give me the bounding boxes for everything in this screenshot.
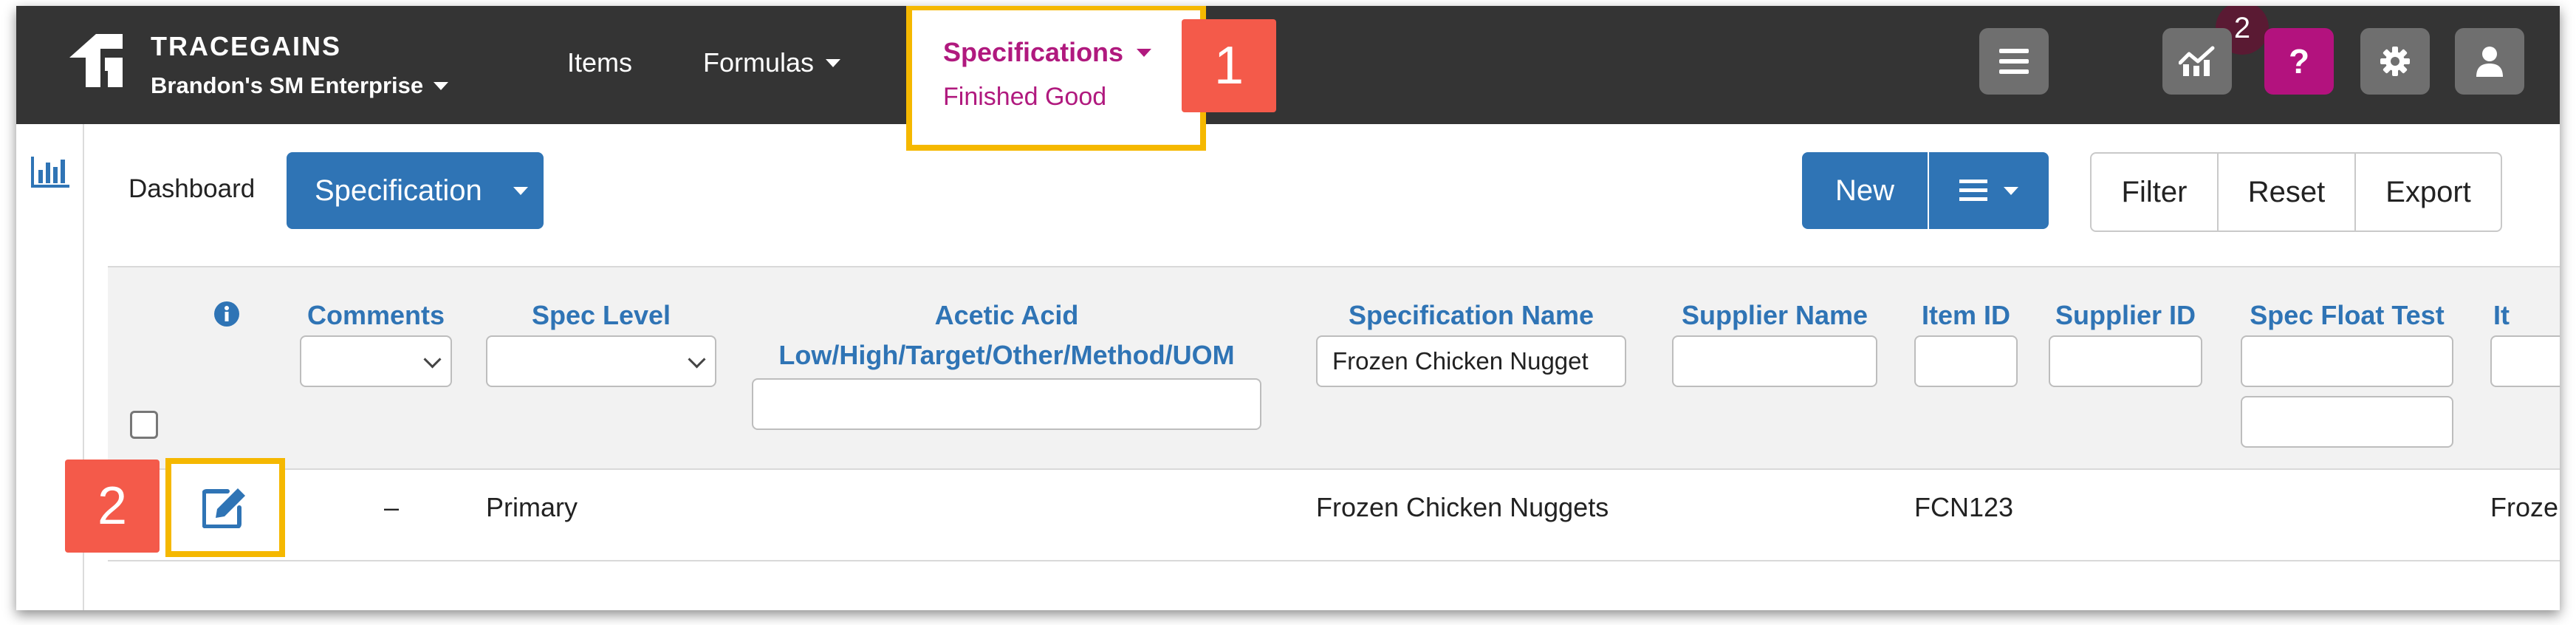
chevron-down-icon bbox=[434, 81, 449, 90]
settings-button[interactable] bbox=[2360, 28, 2430, 95]
chevron-down-icon bbox=[688, 350, 706, 369]
nav-specifications-label: Specifications bbox=[943, 37, 1124, 67]
filter-button-group: Filter Reset Export bbox=[2090, 152, 2502, 232]
grid-header: Comments Spec Level Acetic Acid Low/High… bbox=[108, 267, 2560, 470]
chart-icon bbox=[2179, 46, 2215, 76]
top-nav: TRACEGAINS Brandon's SM Enterprise Items… bbox=[16, 6, 2560, 124]
nav-formulas-label: Formulas bbox=[703, 47, 815, 78]
column-spec-float-test[interactable]: Spec Float Test bbox=[2241, 300, 2453, 331]
spec-level-filter-select[interactable] bbox=[486, 335, 716, 387]
gear-icon bbox=[2380, 47, 2410, 76]
column-comments[interactable]: Comments bbox=[300, 300, 452, 331]
menu-button[interactable] bbox=[1979, 28, 2049, 95]
column-specification-name[interactable]: Specification Name bbox=[1316, 300, 1626, 331]
app-window: TRACEGAINS Brandon's SM Enterprise Items… bbox=[16, 6, 2560, 610]
comments-filter-select[interactable] bbox=[300, 335, 452, 387]
callout-2: 2 bbox=[65, 460, 160, 553]
user-icon bbox=[2476, 47, 2503, 77]
nav-items[interactable]: Items bbox=[567, 47, 632, 78]
nav-items-label: Items bbox=[567, 47, 633, 78]
chevron-down-icon bbox=[1137, 48, 1152, 57]
filter-button[interactable]: Filter bbox=[2092, 154, 2219, 230]
edit-icon[interactable] bbox=[202, 487, 248, 528]
help-button[interactable]: ? bbox=[2264, 28, 2334, 95]
question-icon: ? bbox=[2288, 42, 2310, 81]
chevron-down-icon bbox=[826, 58, 841, 67]
column-item-id[interactable]: Item ID bbox=[1914, 300, 2018, 331]
column-spec-level[interactable]: Spec Level bbox=[486, 300, 716, 331]
list-icon bbox=[1959, 180, 1987, 201]
info-icon[interactable] bbox=[214, 301, 239, 327]
specification-name-filter-input[interactable]: Frozen Chicken Nugget bbox=[1316, 335, 1626, 387]
acetic-acid-filter-input[interactable] bbox=[752, 378, 1261, 430]
export-button[interactable]: Export bbox=[2356, 154, 2501, 230]
chevron-down-icon bbox=[2004, 186, 2018, 195]
dashboard-link[interactable]: Dashboard bbox=[129, 174, 255, 204]
column-supplier-name[interactable]: Supplier Name bbox=[1672, 300, 1877, 331]
user-button[interactable] bbox=[2455, 28, 2524, 95]
enterprise-selector[interactable]: Brandon's SM Enterprise bbox=[151, 72, 449, 99]
cell-partial: Frozen bbox=[2490, 492, 2560, 522]
specifications-subtitle[interactable]: Finished Good bbox=[943, 83, 1106, 112]
enterprise-label: Brandon's SM Enterprise bbox=[151, 72, 424, 98]
item-id-filter-input[interactable] bbox=[1914, 335, 2018, 387]
cell-comments: – bbox=[384, 492, 400, 522]
column-acetic-acid[interactable]: Acetic Acid bbox=[752, 300, 1261, 331]
bar-chart-icon[interactable] bbox=[31, 157, 69, 188]
specification-dropdown[interactable]: Specification bbox=[287, 152, 544, 229]
chevron-down-icon bbox=[513, 186, 528, 195]
new-options-button[interactable] bbox=[1929, 152, 2049, 229]
spec-float-test-filter-input[interactable] bbox=[2241, 335, 2453, 387]
select-all-checkbox[interactable] bbox=[130, 411, 158, 439]
tracegains-logo-icon[interactable] bbox=[66, 28, 126, 93]
analytics-button[interactable] bbox=[2162, 28, 2232, 95]
column-acetic-acid-subtitle[interactable]: Low/High/Target/Other/Method/UOM bbox=[752, 340, 1261, 371]
nav-formulas[interactable]: Formulas bbox=[703, 47, 841, 78]
specification-grid: Comments Spec Level Acetic Acid Low/High… bbox=[108, 266, 2560, 567]
column-supplier-id[interactable]: Supplier ID bbox=[2049, 300, 2202, 331]
partial-filter-input[interactable] bbox=[2490, 335, 2560, 387]
chevron-down-icon bbox=[423, 350, 442, 369]
specification-dropdown-label: Specification bbox=[315, 174, 482, 207]
cell-item-id: FCN123 bbox=[1914, 492, 2014, 522]
cell-specification-name: Frozen Chicken Nuggets bbox=[1316, 492, 1609, 522]
reset-button[interactable]: Reset bbox=[2219, 154, 2356, 230]
hamburger-icon bbox=[1999, 49, 2029, 74]
new-button-label: New bbox=[1835, 174, 1895, 207]
specifications-highlight bbox=[906, 6, 1206, 151]
edit-highlight bbox=[165, 458, 285, 557]
new-button[interactable]: New bbox=[1802, 152, 1928, 229]
brand-name[interactable]: TRACEGAINS bbox=[151, 31, 341, 62]
column-partial[interactable]: It bbox=[2493, 300, 2560, 331]
supplier-id-filter-input[interactable] bbox=[2049, 335, 2202, 387]
callout-1: 1 bbox=[1182, 19, 1276, 112]
supplier-name-filter-input[interactable] bbox=[1672, 335, 1877, 387]
spec-float-test-filter-input-2[interactable] bbox=[2241, 396, 2453, 448]
nav-specifications[interactable]: Specifications bbox=[943, 37, 1152, 68]
cell-spec-level: Primary bbox=[486, 492, 578, 522]
